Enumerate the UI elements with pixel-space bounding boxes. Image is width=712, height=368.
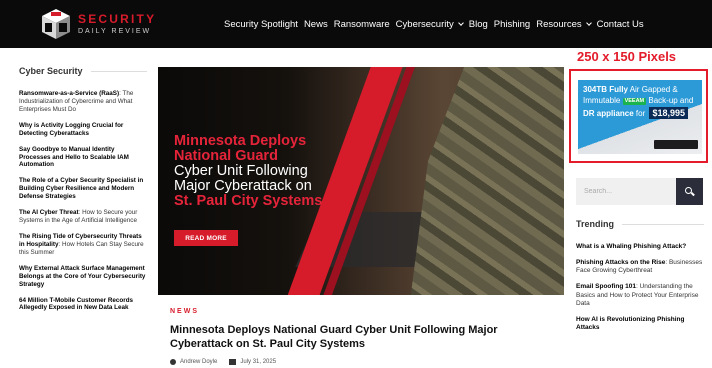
list-item[interactable]: The Role of a Cyber Security Specialist … xyxy=(19,177,147,201)
nav-news[interactable]: News xyxy=(304,19,328,30)
hero-headline: Minnesota Deploys National Guard Cyber U… xyxy=(174,133,323,209)
ad-price: $18,995 xyxy=(649,106,689,119)
search-icon xyxy=(685,187,694,196)
calendar-icon xyxy=(229,359,237,365)
logo-subtitle: DAILY REVIEW xyxy=(78,28,152,35)
list-item[interactable]: The Rising Tide of Cybersecurity Threats… xyxy=(19,233,147,257)
list-item[interactable]: Phishing Attacks on the Rise: Businesses… xyxy=(576,259,704,275)
divider xyxy=(622,223,704,225)
veeam-logo: VEEAM xyxy=(622,97,647,106)
author-name[interactable]: Andrew Doyle xyxy=(180,359,217,365)
nav-security-spotlight[interactable]: Security Spotlight xyxy=(224,19,298,30)
search-form xyxy=(576,178,703,205)
nav-resources[interactable]: Resources xyxy=(536,19,592,30)
nav-blog[interactable]: Blog xyxy=(469,19,488,30)
ad-banner[interactable]: 304TB Fully Air Gapped & Immutable VEEAM… xyxy=(569,69,708,163)
ad-size-label: 250 x 150 Pixels xyxy=(577,49,677,64)
site-header: SECURITY DAILY REVIEW Security Spotlight… xyxy=(0,0,712,48)
nav-cybersecurity[interactable]: Cybersecurity xyxy=(396,19,464,30)
section-heading: Cyber Security xyxy=(19,66,147,76)
cyber-security-sidebar: Cyber Security Ransomware-as-a-Service (… xyxy=(19,66,147,320)
list-item[interactable]: 64 Million T-Mobile Customer Records All… xyxy=(19,297,147,313)
list-item[interactable]: Say Goodbye to Manual Identity Processes… xyxy=(19,146,147,170)
article-list: Ransomware-as-a-Service (RaaS): The Indu… xyxy=(19,90,147,312)
chevron-down-icon xyxy=(585,19,592,26)
search-button[interactable] xyxy=(676,178,703,205)
read-more-button[interactable]: READ MORE xyxy=(174,230,238,246)
ad-text: 304TB Fully Air Gapped & Immutable VEEAM… xyxy=(583,85,694,119)
list-item[interactable]: Why External Attack Surface Management B… xyxy=(19,265,147,289)
list-item[interactable]: Why is Activity Logging Crucial for Dete… xyxy=(19,122,147,138)
chevron-down-icon xyxy=(457,19,464,26)
divider xyxy=(90,70,147,72)
nav-ransomware[interactable]: Ransomware xyxy=(334,19,390,30)
article-title[interactable]: Minnesota Deploys National Guard Cyber U… xyxy=(170,324,550,352)
nav-contact-us[interactable]: Contact Us xyxy=(597,19,644,30)
article-meta: Andrew Doyle July 31, 2025 xyxy=(170,359,276,365)
list-item[interactable]: How AI is Revolutionizing Phishing Attac… xyxy=(576,316,704,332)
list-item[interactable]: Email Spoofing 101: Understanding the Ba… xyxy=(576,283,704,307)
nav-phishing[interactable]: Phishing xyxy=(494,19,530,30)
list-item[interactable]: Ransomware-as-a-Service (RaaS): The Indu… xyxy=(19,90,147,114)
server-appliance-image xyxy=(654,140,698,149)
search-input[interactable] xyxy=(576,178,676,205)
list-item[interactable]: The AI Cyber Threat: How to Secure your … xyxy=(19,209,147,225)
logo-cube-icon xyxy=(40,8,72,40)
site-logo[interactable]: SECURITY DAILY REVIEW xyxy=(40,8,156,40)
publish-date: July 31, 2025 xyxy=(240,359,277,365)
user-icon xyxy=(170,359,176,365)
hero-banner[interactable]: Minnesota Deploys National Guard Cyber U… xyxy=(158,67,564,295)
trending-list: What is a Whaling Phishing Attack? Phish… xyxy=(576,243,704,332)
main-nav: Security Spotlight News Ransomware Cyber… xyxy=(224,0,644,48)
list-item[interactable]: What is a Whaling Phishing Attack? xyxy=(576,243,704,251)
logo-title: SECURITY xyxy=(78,12,157,26)
category-tag[interactable]: NEWS xyxy=(170,308,199,315)
section-heading: Trending xyxy=(576,219,704,229)
trending-sidebar: Trending What is a Whaling Phishing Atta… xyxy=(576,219,704,340)
